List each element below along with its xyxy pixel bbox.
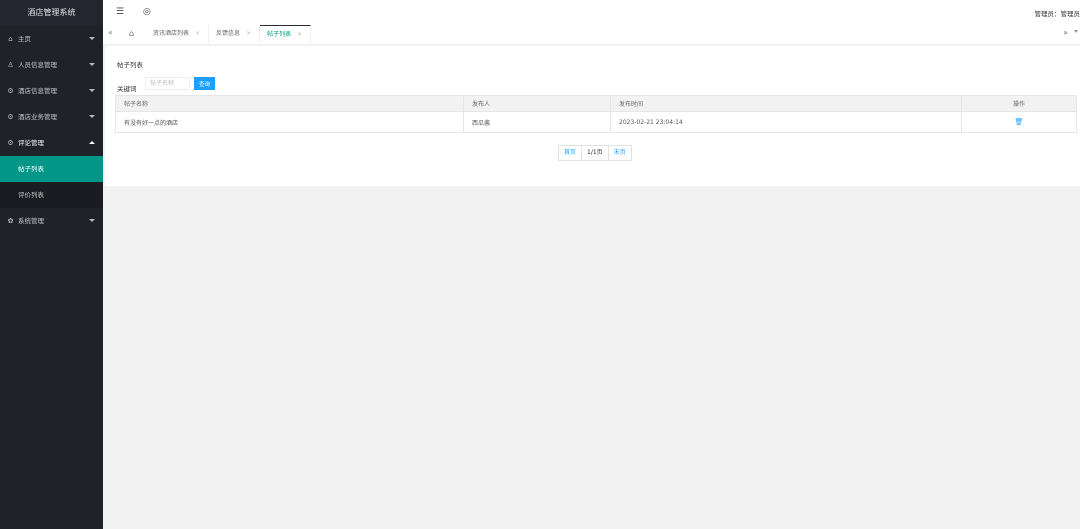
- pager-first-button[interactable]: 首页: [559, 146, 583, 160]
- sidebar-item-system[interactable]: ✿ 系统管理: [0, 208, 103, 234]
- sidebar-subitem-posts[interactable]: 帖子列表: [0, 156, 103, 182]
- main-content: 帖子列表 关键词 查询 帖子名称 发布人 发布时间 操作 有没有好一点的酒店 西…: [105, 46, 1080, 186]
- close-icon[interactable]: ×: [195, 30, 200, 37]
- delete-icon[interactable]: 🗑: [1015, 118, 1024, 126]
- column-header-time[interactable]: 发布时间: [610, 95, 962, 112]
- gear-icon: ⚙: [7, 87, 14, 95]
- chevron-down-icon[interactable]: [1074, 30, 1078, 33]
- gear-icon: ⚙: [7, 113, 14, 121]
- close-icon[interactable]: ×: [246, 30, 251, 37]
- sidebar-item-label: 主页: [18, 35, 31, 43]
- chevron-down-icon: [89, 63, 95, 66]
- tabs-scroll-right-icon[interactable]: »: [1063, 28, 1068, 37]
- sidebar-item-label: 酒店信息管理: [18, 87, 57, 95]
- posts-table: 帖子名称 发布人 发布时间 操作 有没有好一点的酒店 西瓜酱 2023-02-2…: [115, 95, 1077, 133]
- sidebar: 酒店管理系统 ⌂ 主页 ♙ 人员信息管理 ⚙ 酒店信息管理 ⚙ 酒店业务管理 ⚙ 评论管理…: [0, 0, 103, 529]
- tab-feedback[interactable]: 反馈信息 ×: [209, 25, 261, 43]
- post-time-cell: 2023-02-21 23:04:14: [610, 111, 962, 133]
- sidebar-item-label: 系统管理: [18, 217, 44, 225]
- tabs-scroll-left-icon[interactable]: «: [108, 28, 113, 37]
- search-label: 关键词: [117, 85, 137, 93]
- sidebar-item-hotel-info[interactable]: ⚙ 酒店信息管理: [0, 78, 103, 104]
- column-header-actions: 操作: [961, 95, 1077, 112]
- column-header-title[interactable]: 帖子名称: [115, 95, 464, 112]
- post-title-cell: 有没有好一点的酒店: [115, 111, 464, 133]
- sidebar-item-label: 酒店业务管理: [18, 113, 57, 121]
- tab-news-hotels[interactable]: 资讯酒店列表 ×: [146, 25, 210, 43]
- pager-last-button[interactable]: 末页: [609, 146, 631, 160]
- search-input[interactable]: [145, 77, 190, 90]
- top-header: ☰ ◎ 管理员：管理员: [103, 0, 1080, 26]
- sidebar-item-staff[interactable]: ♙ 人员信息管理: [0, 52, 103, 78]
- gear-icon: ⚙: [7, 139, 14, 147]
- chevron-down-icon: [89, 115, 95, 118]
- sidebar-item-hotel-business[interactable]: ⚙ 酒店业务管理: [0, 104, 103, 130]
- comments-submenu: 帖子列表 评价列表: [0, 156, 103, 208]
- table-row: 有没有好一点的酒店 西瓜酱 2023-02-21 23:04:14 🗑: [115, 111, 1077, 133]
- tab-label: 资讯酒店列表: [153, 30, 190, 37]
- chevron-down-icon: [89, 89, 95, 92]
- sidebar-item-label: 人员信息管理: [18, 61, 57, 69]
- chevron-down-icon: [89, 219, 95, 222]
- home-tab-icon[interactable]: ⌂: [129, 29, 134, 38]
- tab-posts[interactable]: 帖子列表 ×: [260, 25, 312, 44]
- sidebar-subitem-reviews[interactable]: 评价列表: [0, 182, 103, 208]
- tab-label: 反馈信息: [216, 30, 241, 37]
- sidebar-item-comments[interactable]: ⚙ 评论管理: [0, 130, 103, 156]
- post-actions-cell: 🗑: [961, 111, 1077, 133]
- app-brand: 酒店管理系统: [0, 0, 103, 26]
- tab-label: 帖子列表: [267, 31, 292, 38]
- search-button[interactable]: 查询: [194, 77, 215, 90]
- admin-user-label[interactable]: 管理员：管理员: [1035, 8, 1080, 18]
- tab-bar: « ⌂ 资讯酒店列表 × 反馈信息 × 帖子列表 × »: [103, 25, 1080, 45]
- menu-toggle-icon[interactable]: ☰: [116, 7, 124, 17]
- post-author-cell: 西瓜酱: [463, 111, 611, 133]
- settings-icon: ✿: [7, 217, 14, 225]
- pager-page-info: 1/1页: [582, 146, 609, 160]
- home-icon: ⌂: [8, 35, 13, 43]
- refresh-icon[interactable]: ◎: [143, 7, 151, 17]
- page-title: 帖子列表: [117, 61, 143, 69]
- chevron-up-icon: [89, 141, 95, 144]
- close-icon[interactable]: ×: [297, 31, 302, 38]
- sidebar-item-label: 评论管理: [18, 139, 44, 147]
- tab-list: 资讯酒店列表 × 反馈信息 × 帖子列表 ×: [146, 25, 312, 44]
- pagination: 首页 1/1页 末页: [558, 145, 632, 161]
- table-header-row: 帖子名称 发布人 发布时间 操作: [115, 95, 1077, 112]
- chevron-down-icon: [89, 37, 95, 40]
- sidebar-menu: ⌂ 主页 ♙ 人员信息管理 ⚙ 酒店信息管理 ⚙ 酒店业务管理 ⚙ 评论管理 帖子列表 评…: [0, 26, 103, 234]
- column-header-author[interactable]: 发布人: [463, 95, 611, 112]
- sidebar-item-home[interactable]: ⌂ 主页: [0, 26, 103, 52]
- user-icon: ♙: [7, 61, 14, 69]
